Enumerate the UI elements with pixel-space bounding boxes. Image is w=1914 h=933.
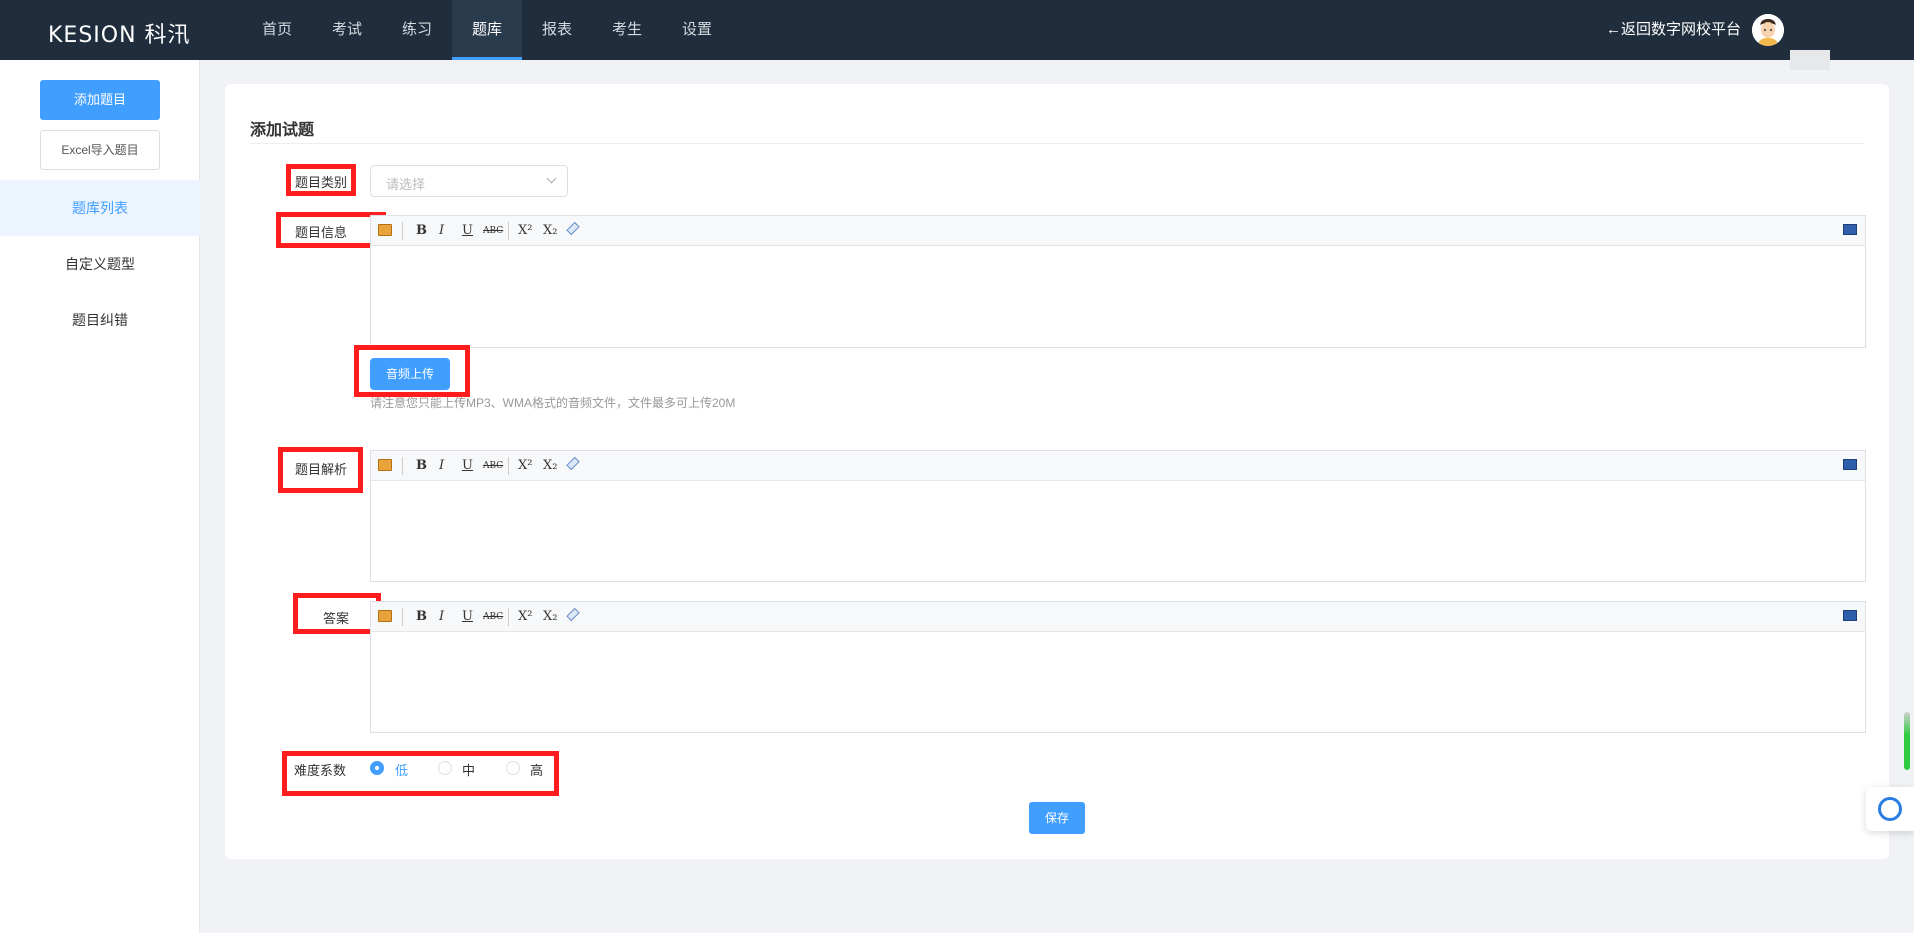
italic-button[interactable]: I bbox=[439, 458, 444, 474]
insert-image-icon[interactable] bbox=[378, 459, 392, 471]
italic-button[interactable]: I bbox=[439, 223, 444, 239]
insert-image-icon[interactable] bbox=[378, 610, 392, 622]
difficulty-option-low[interactable]: 低 bbox=[395, 760, 408, 779]
bold-button[interactable]: B bbox=[416, 223, 427, 239]
upload-hint: 请注意您只能上传MP3、WMA格式的音频文件，文件最多可上传20M bbox=[370, 396, 736, 410]
refresh-chat-icon bbox=[1878, 797, 1902, 821]
difficulty-radio-medium[interactable] bbox=[438, 761, 452, 775]
underline-button[interactable]: U bbox=[462, 458, 473, 474]
back-to-platform-link[interactable]: ←返回数字网校平台 bbox=[1606, 0, 1741, 60]
title-divider bbox=[250, 143, 1865, 144]
page-title: 添加试题 bbox=[250, 122, 315, 139]
fullscreen-icon[interactable] bbox=[1843, 459, 1857, 470]
difficulty-radio-low[interactable] bbox=[370, 761, 384, 775]
subscript-button[interactable]: X₂ bbox=[543, 458, 557, 474]
scroll-indicator[interactable] bbox=[1904, 712, 1910, 770]
italic-button[interactable]: I bbox=[439, 609, 444, 625]
sidebar-item-question-list[interactable]: 题库列表 bbox=[0, 180, 200, 236]
strikethrough-button[interactable]: ABC bbox=[483, 458, 503, 474]
difficulty-option-high[interactable]: 高 bbox=[530, 760, 543, 779]
info-label: 题目信息 bbox=[294, 225, 347, 240]
strikethrough-button[interactable]: ABC bbox=[483, 609, 503, 625]
insert-image-icon[interactable] bbox=[378, 224, 392, 236]
bold-button[interactable]: B bbox=[416, 458, 427, 474]
nav-exam[interactable]: 考试 bbox=[312, 0, 382, 60]
fullscreen-icon[interactable] bbox=[1843, 224, 1857, 235]
analysis-label: 题目解析 bbox=[294, 462, 347, 477]
category-placeholder: 请选择 bbox=[386, 177, 426, 192]
difficulty-option-medium[interactable]: 中 bbox=[462, 760, 475, 779]
save-button[interactable]: 保存 bbox=[1029, 802, 1085, 834]
dropdown-placeholder bbox=[1790, 50, 1830, 70]
audio-upload-button[interactable]: 音频上传 bbox=[370, 358, 450, 390]
toolbar-divider bbox=[508, 608, 509, 626]
excel-import-button[interactable]: Excel导入题目 bbox=[40, 130, 160, 170]
difficulty-label: 难度系数 bbox=[294, 763, 347, 778]
editor-toolbar: B I U ABC X² X₂ bbox=[371, 451, 1865, 481]
toolbar-divider bbox=[402, 457, 403, 475]
analysis-editor: B I U ABC X² X₂ bbox=[370, 450, 1866, 582]
top-navbar: KESION 科汛 首页 考试 练习 题库 报表 考生 设置 ←返回数字网校平台 bbox=[0, 0, 1914, 60]
sidebar-item-custom-types[interactable]: 自定义题型 bbox=[0, 236, 200, 292]
nav-report[interactable]: 报表 bbox=[522, 0, 592, 60]
logo[interactable]: KESION 科汛 bbox=[48, 17, 191, 49]
editor-toolbar: B I U ABC X² X₂ bbox=[371, 216, 1865, 246]
answer-label: 答案 bbox=[322, 611, 349, 626]
sidebar: 添加题目 Excel导入题目 题库列表 自定义题型 题目纠错 bbox=[0, 60, 200, 933]
toolbar-divider bbox=[402, 608, 403, 626]
bold-button[interactable]: B bbox=[416, 609, 427, 625]
chevron-down-icon bbox=[546, 173, 557, 184]
fullscreen-icon[interactable] bbox=[1843, 610, 1857, 621]
subscript-button[interactable]: X₂ bbox=[543, 609, 557, 625]
toolbar-divider bbox=[508, 222, 509, 240]
nav-question-bank[interactable]: 题库 bbox=[452, 0, 522, 60]
info-editor: B I U ABC X² X₂ bbox=[370, 215, 1866, 348]
superscript-button[interactable]: X² bbox=[518, 609, 532, 625]
superscript-button[interactable]: X² bbox=[518, 223, 532, 239]
nav-examinee[interactable]: 考生 bbox=[592, 0, 662, 60]
nav-settings[interactable]: 设置 bbox=[662, 0, 732, 60]
eraser-icon[interactable] bbox=[566, 607, 580, 622]
main-nav: 首页 考试 练习 题库 报表 考生 设置 bbox=[242, 0, 732, 60]
category-select[interactable]: 请选择 bbox=[370, 165, 568, 197]
eraser-icon[interactable] bbox=[566, 456, 580, 471]
user-avatar-icon bbox=[1752, 14, 1784, 46]
add-question-button[interactable]: 添加题目 bbox=[40, 80, 160, 120]
subscript-button[interactable]: X₂ bbox=[543, 223, 557, 239]
underline-button[interactable]: U bbox=[462, 609, 473, 625]
nav-home[interactable]: 首页 bbox=[242, 0, 312, 60]
superscript-button[interactable]: X² bbox=[518, 458, 532, 474]
editor-toolbar: B I U ABC X² X₂ bbox=[371, 602, 1865, 632]
category-label: 题目类别 bbox=[294, 175, 347, 190]
toolbar-divider bbox=[402, 222, 403, 240]
eraser-icon[interactable] bbox=[566, 221, 580, 236]
answer-editor: B I U ABC X² X₂ bbox=[370, 601, 1866, 733]
sidebar-item-error-correction[interactable]: 题目纠错 bbox=[0, 292, 200, 348]
nav-practice[interactable]: 练习 bbox=[382, 0, 452, 60]
underline-button[interactable]: U bbox=[462, 223, 473, 239]
toolbar-divider bbox=[508, 457, 509, 475]
floating-help-widget[interactable] bbox=[1866, 787, 1914, 831]
avatar[interactable] bbox=[1752, 14, 1784, 46]
strikethrough-button[interactable]: ABC bbox=[483, 223, 503, 239]
difficulty-radio-high[interactable] bbox=[506, 761, 520, 775]
